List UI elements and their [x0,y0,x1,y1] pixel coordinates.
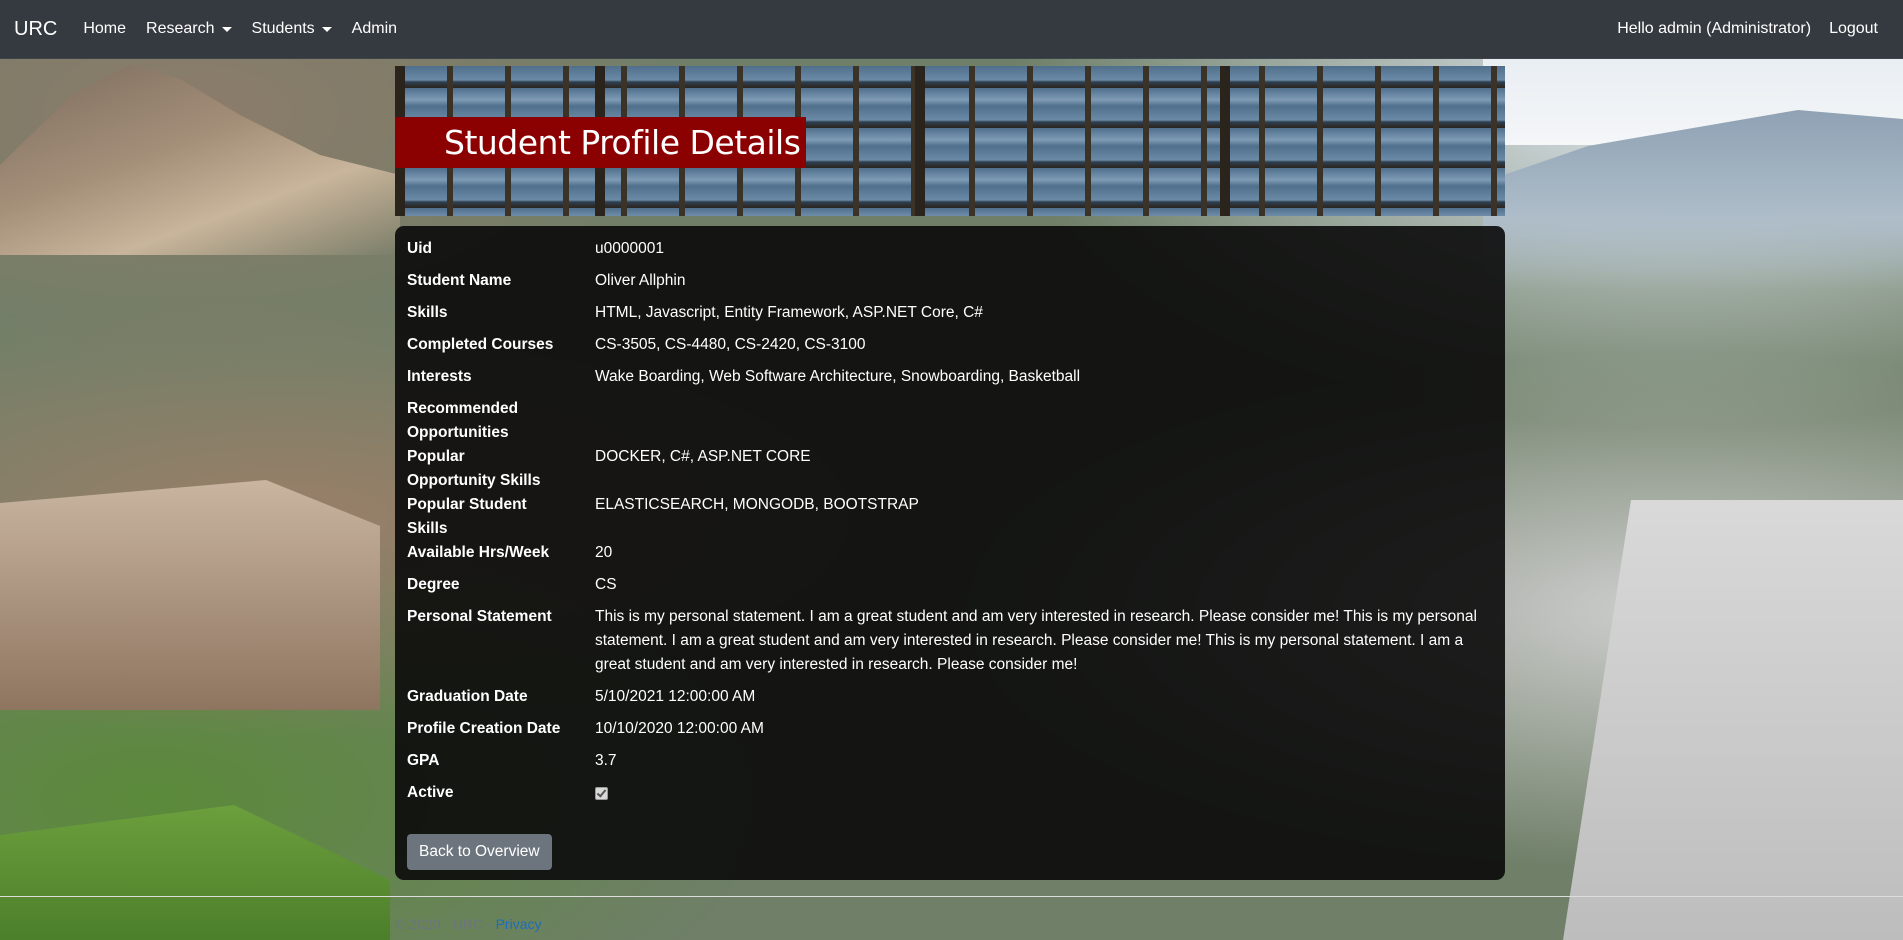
detail-label: Interests [407,368,472,385]
nav-students-dropdown[interactable]: Students [252,20,332,38]
background-mountain [0,65,400,255]
detail-value: Oliver Allphin [595,272,686,289]
privacy-link[interactable]: Privacy [496,916,542,932]
detail-value: DOCKER, C#, ASP.NET CORE [595,448,811,465]
detail-value: 5/10/2021 12:00:00 AM [595,688,756,705]
nav-research-dropdown[interactable]: Research [146,20,232,38]
detail-label: Popular Opportunity Skills [407,448,541,489]
user-greeting-link[interactable]: Hello admin (Administrator) [1617,20,1811,38]
banner-frame-bar [915,66,925,216]
background-lawn [0,805,390,940]
nav-admin[interactable]: Admin [352,20,397,38]
nav-home[interactable]: Home [83,20,126,38]
banner-frame-bar [1220,66,1230,216]
caret-down-icon [221,26,232,32]
top-navbar: URC Home Research Students Admin Hello a… [0,0,1903,59]
logout-button[interactable]: Logout [1829,20,1878,38]
detail-value: 10/10/2020 12:00:00 AM [595,720,764,737]
detail-value: Wake Boarding, Web Software Architecture… [595,368,1081,385]
detail-row-uid: Uid u0000001 [407,237,1493,261]
nav-research-label: Research [146,20,215,37]
footer-copyright: © 2020 - URC - [395,916,496,932]
detail-row-gpa: GPA 3.7 [407,749,1493,773]
active-checkbox [595,787,608,800]
detail-value: HTML, Javascript, Entity Framework, ASP.… [595,304,983,321]
detail-label: Uid [407,240,432,257]
detail-value: ELASTICSEARCH, MONGODB, BOOTSTRAP [595,496,919,513]
page-banner: Student Profile Details [395,66,1505,216]
detail-label: Profile Creation Date [407,720,561,737]
detail-label: Active [407,784,454,801]
detail-label: Available Hrs/Week [407,544,550,561]
detail-row-student-name: Student Name Oliver Allphin [407,269,1493,293]
detail-label: Popular Student Skills [407,496,527,537]
detail-row-skills: Skills HTML, Javascript, Entity Framewor… [407,301,1493,325]
back-to-overview-button[interactable]: Back to Overview [407,834,552,870]
detail-row-active: Active [407,781,1493,805]
detail-row-graduation-date: Graduation Date 5/10/2021 12:00:00 AM [407,685,1493,709]
detail-value: u0000001 [595,240,664,257]
detail-row-completed-courses: Completed Courses CS-3505, CS-4480, CS-2… [407,333,1493,357]
detail-label: Recommended Opportunities [407,400,519,441]
detail-row-interests: Interests Wake Boarding, Web Software Ar… [407,365,1493,389]
nav-students-label: Students [251,20,315,37]
footer-divider [0,896,1903,897]
detail-value [595,781,1493,800]
background-building [0,480,380,710]
detail-label: Skills [407,304,448,321]
detail-label: Personal Statement [407,608,552,625]
detail-row-profile-creation-date: Profile Creation Date 10/10/2020 12:00:0… [407,717,1493,741]
detail-label: Graduation Date [407,688,528,705]
detail-row-popular-student-skills: Popular Student Skills ELASTICSEARCH, MO… [407,493,1493,541]
footer: © 2020 - URC - Privacy [395,916,541,932]
background-building [1563,500,1903,940]
detail-row-recommended-opportunities: Recommended Opportunities [407,397,1493,445]
detail-label: Student Name [407,272,512,289]
brand-link[interactable]: URC [14,18,57,41]
detail-value: 3.7 [595,752,617,769]
detail-value: CS-3505, CS-4480, CS-2420, CS-3100 [595,336,866,353]
detail-label: Completed Courses [407,336,554,353]
detail-value: 20 [595,544,613,561]
detail-label: GPA [407,752,440,769]
detail-row-popular-opportunity-skills: Popular Opportunity Skills DOCKER, C#, A… [407,445,1493,493]
page-title: Student Profile Details [395,117,807,168]
detail-value: This is my personal statement. I am a gr… [595,608,1477,673]
detail-value: CS [595,576,617,593]
nav-admin-label: Admin [351,20,398,37]
nav-user-area: Hello admin (Administrator) Logout [1617,20,1896,38]
detail-row-personal-statement: Personal Statement This is my personal s… [407,605,1493,677]
detail-label: Degree [407,576,460,593]
detail-row-available-hours: Available Hrs/Week 20 [407,541,1493,565]
caret-down-icon [321,26,332,32]
nav-home-label: Home [83,20,127,37]
student-details-card: Uid u0000001 Student Name Oliver Allphin… [395,226,1505,880]
detail-row-degree: Degree CS [407,573,1493,597]
